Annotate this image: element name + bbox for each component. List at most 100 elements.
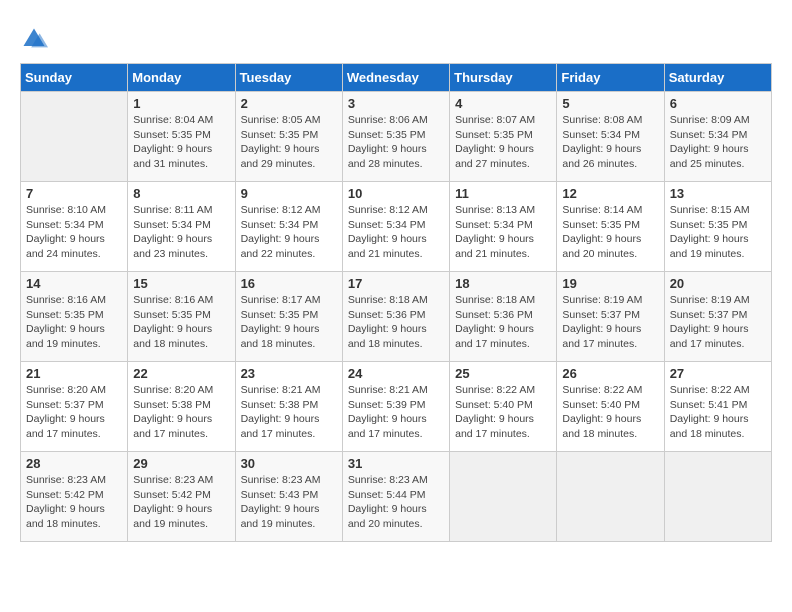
day-number: 26 [562,366,658,381]
day-number: 3 [348,96,444,111]
day-number: 2 [241,96,337,111]
calendar-day-cell: 25 Sunrise: 8:22 AMSunset: 5:40 PMDayligh… [450,362,557,452]
day-number: 23 [241,366,337,381]
day-info: Sunrise: 8:22 AMSunset: 5:41 PMDaylight:… [670,383,766,442]
calendar-body: 1Sunrise: 8:04 AMSunset: 5:35 PMDaylight… [21,92,772,542]
day-number: 6 [670,96,766,111]
calendar-day-cell: 29 Sunrise: 8:23 AMSunset: 5:42 PMDayligh… [128,452,235,542]
calendar-day-cell: 19 Sunrise: 8:19 AMSunset: 5:37 PMDayligh… [557,272,664,362]
day-of-week-header: Thursday [450,64,557,92]
day-number: 31 [348,456,444,471]
day-number: 24 [348,366,444,381]
calendar-day-cell: 14 Sunrise: 8:16 AMSunset: 5:35 PMDayligh… [21,272,128,362]
day-info: Sunrise: 8:05 AMSunset: 5:35 PMDaylight:… [241,113,337,172]
day-number: 13 [670,186,766,201]
calendar-day-cell: 13 Sunrise: 8:15 AMSunset: 5:35 PMDayligh… [664,182,771,272]
calendar-day-cell: 3Sunrise: 8:06 AMSunset: 5:35 PMDaylight… [342,92,449,182]
calendar-day-cell [664,452,771,542]
calendar-day-cell: 28 Sunrise: 8:23 AMSunset: 5:42 PMDayligh… [21,452,128,542]
day-number: 14 [26,276,122,291]
day-info: Sunrise: 8:12 AMSunset: 5:34 PMDaylight:… [348,203,444,262]
day-of-week-header: Saturday [664,64,771,92]
day-info: Sunrise: 8:17 AMSunset: 5:35 PMDaylight:… [241,293,337,352]
day-number: 21 [26,366,122,381]
calendar-day-cell: 20Sunrise: 8:19 AMSunset: 5:37 PMDayligh… [664,272,771,362]
day-number: 16 [241,276,337,291]
day-number: 29 [133,456,229,471]
day-number: 9 [241,186,337,201]
calendar-week-row: 28 Sunrise: 8:23 AMSunset: 5:42 PMDayligh… [21,452,772,542]
day-info: Sunrise: 8:22 AMSunset: 5:40 PMDaylight:… [455,383,551,442]
day-number: 17 [348,276,444,291]
day-info: Sunrise: 8:15 AMSunset: 5:35 PMDaylight:… [670,203,766,262]
day-of-week-header: Tuesday [235,64,342,92]
calendar-week-row: 1Sunrise: 8:04 AMSunset: 5:35 PMDaylight… [21,92,772,182]
day-number: 11 [455,186,551,201]
day-of-week-header: Sunday [21,64,128,92]
calendar-day-cell [450,452,557,542]
day-number: 7 [26,186,122,201]
calendar-day-cell: 23 Sunrise: 8:21 AMSunset: 5:38 PMDayligh… [235,362,342,452]
calendar-day-cell: 11Sunrise: 8:13 AMSunset: 5:34 PMDayligh… [450,182,557,272]
day-info: Sunrise: 8:20 AMSunset: 5:37 PMDaylight:… [26,383,122,442]
day-info: Sunrise: 8:09 AMSunset: 5:34 PMDaylight:… [670,113,766,172]
day-number: 15 [133,276,229,291]
page-header [20,20,772,53]
day-info: Sunrise: 8:10 AMSunset: 5:34 PMDaylight:… [26,203,122,262]
day-number: 25 [455,366,551,381]
day-number: 28 [26,456,122,471]
day-info: Sunrise: 8:23 AMSunset: 5:44 PMDaylight:… [348,473,444,532]
calendar-day-cell: 9 Sunrise: 8:12 AMSunset: 5:34 PMDaylight… [235,182,342,272]
calendar-day-cell [557,452,664,542]
day-info: Sunrise: 8:23 AMSunset: 5:42 PMDaylight:… [26,473,122,532]
calendar-day-cell: 1Sunrise: 8:04 AMSunset: 5:35 PMDaylight… [128,92,235,182]
calendar-day-cell: 17 Sunrise: 8:18 AMSunset: 5:36 PMDayligh… [342,272,449,362]
day-of-week-header: Monday [128,64,235,92]
day-info: Sunrise: 8:18 AMSunset: 5:36 PMDaylight:… [455,293,551,352]
day-info: Sunrise: 8:16 AMSunset: 5:35 PMDaylight:… [133,293,229,352]
day-info: Sunrise: 8:21 AMSunset: 5:38 PMDaylight:… [241,383,337,442]
day-number: 22 [133,366,229,381]
calendar-day-cell: 4 Sunrise: 8:07 AMSunset: 5:35 PMDaylight… [450,92,557,182]
logo [20,25,52,53]
calendar-day-cell: 15 Sunrise: 8:16 AMSunset: 5:35 PMDayligh… [128,272,235,362]
day-info: Sunrise: 8:16 AMSunset: 5:35 PMDaylight:… [26,293,122,352]
day-number: 18 [455,276,551,291]
day-info: Sunrise: 8:23 AMSunset: 5:43 PMDaylight:… [241,473,337,532]
logo-icon [20,25,48,53]
day-info: Sunrise: 8:18 AMSunset: 5:36 PMDaylight:… [348,293,444,352]
day-number: 19 [562,276,658,291]
day-info: Sunrise: 8:19 AMSunset: 5:37 PMDaylight:… [562,293,658,352]
day-number: 27 [670,366,766,381]
calendar-day-cell: 2 Sunrise: 8:05 AMSunset: 5:35 PMDaylight… [235,92,342,182]
calendar-day-cell: 10 Sunrise: 8:12 AMSunset: 5:34 PMDayligh… [342,182,449,272]
calendar-week-row: 7 Sunrise: 8:10 AMSunset: 5:34 PMDaylight… [21,182,772,272]
calendar-day-cell: 7 Sunrise: 8:10 AMSunset: 5:34 PMDaylight… [21,182,128,272]
day-number: 10 [348,186,444,201]
calendar-day-cell: 21 Sunrise: 8:20 AMSunset: 5:37 PMDayligh… [21,362,128,452]
calendar-day-cell: 18 Sunrise: 8:18 AMSunset: 5:36 PMDayligh… [450,272,557,362]
day-info: Sunrise: 8:11 AMSunset: 5:34 PMDaylight:… [133,203,229,262]
day-info: Sunrise: 8:23 AMSunset: 5:42 PMDaylight:… [133,473,229,532]
calendar-day-cell: 16 Sunrise: 8:17 AMSunset: 5:35 PMDayligh… [235,272,342,362]
calendar-day-cell: 12Sunrise: 8:14 AMSunset: 5:35 PMDayligh… [557,182,664,272]
day-info: Sunrise: 8:07 AMSunset: 5:35 PMDaylight:… [455,113,551,172]
calendar-day-cell: 24 Sunrise: 8:21 AMSunset: 5:39 PMDayligh… [342,362,449,452]
calendar-day-cell: 30Sunrise: 8:23 AMSunset: 5:43 PMDayligh… [235,452,342,542]
calendar-week-row: 21 Sunrise: 8:20 AMSunset: 5:37 PMDayligh… [21,362,772,452]
calendar-table: SundayMondayTuesdayWednesdayThursdayFrid… [20,63,772,542]
calendar-week-row: 14 Sunrise: 8:16 AMSunset: 5:35 PMDayligh… [21,272,772,362]
day-number: 5 [562,96,658,111]
calendar-day-cell: 8Sunrise: 8:11 AMSunset: 5:34 PMDaylight… [128,182,235,272]
day-info: Sunrise: 8:14 AMSunset: 5:35 PMDaylight:… [562,203,658,262]
calendar-day-cell: 26Sunrise: 8:22 AMSunset: 5:40 PMDayligh… [557,362,664,452]
day-number: 20 [670,276,766,291]
calendar-day-cell: 27 Sunrise: 8:22 AMSunset: 5:41 PMDayligh… [664,362,771,452]
calendar-day-cell [21,92,128,182]
day-info: Sunrise: 8:20 AMSunset: 5:38 PMDaylight:… [133,383,229,442]
day-info: Sunrise: 8:21 AMSunset: 5:39 PMDaylight:… [348,383,444,442]
days-of-week-header: SundayMondayTuesdayWednesdayThursdayFrid… [21,64,772,92]
day-info: Sunrise: 8:12 AMSunset: 5:34 PMDaylight:… [241,203,337,262]
day-of-week-header: Friday [557,64,664,92]
day-number: 4 [455,96,551,111]
